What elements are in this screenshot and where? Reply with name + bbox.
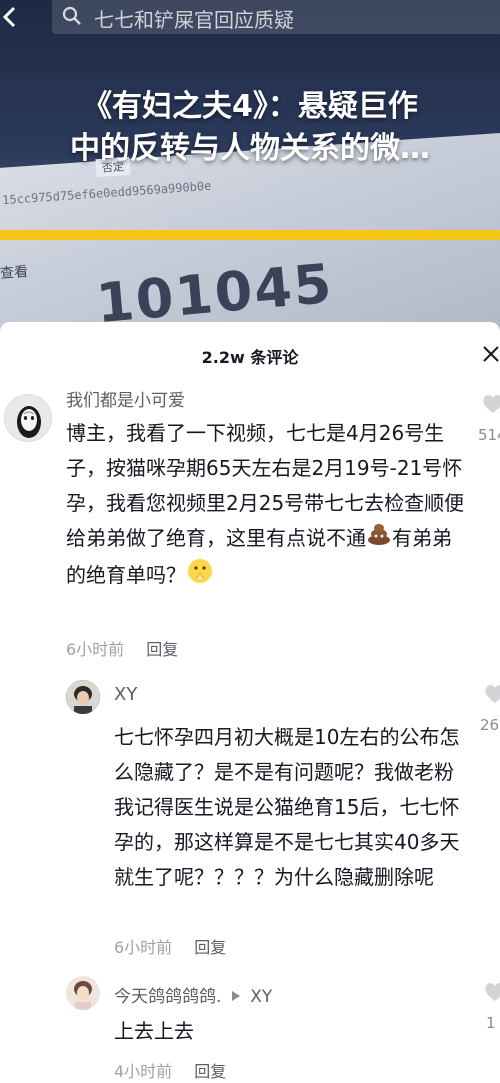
reply-arrow-icon (231, 987, 241, 1007)
comment-meta: 6小时前 回复 (66, 636, 178, 660)
comment-text: 七七怀孕四月初大概是10左右的公布怎么隐藏了？是不是有问题呢？我做老粉我记得医生… (114, 725, 460, 889)
praying-emoji-icon (186, 557, 214, 596)
comment-time: 4小时前 (114, 1062, 173, 1081)
like-count: 26 (480, 716, 500, 734)
video-title-line2: 中的反转与人物关系的微… (70, 131, 430, 166)
close-icon[interactable] (480, 342, 500, 364)
like-count: 514 (478, 426, 500, 444)
reply-button[interactable]: 回复 (146, 640, 178, 659)
comment-username[interactable]: 今天鸽鸽鸽鸽. XY (114, 982, 272, 1007)
search-icon (62, 6, 82, 26)
poop-emoji-icon (366, 522, 392, 557)
video-thumbnail[interactable]: 否定 15cc975d75ef6e0edd9569a990b0e 查看 1010… (0, 0, 500, 340)
comments-panel: 2.2w 条评论 我们都是小可爱 博主，我看了一下视频，七七是4月26号生子，按… (0, 322, 500, 1083)
comment-count: 2.2w 条评论 (201, 348, 299, 367)
comment-time: 6小时前 (66, 640, 125, 659)
avatar[interactable] (66, 680, 100, 714)
search-query: 七七和铲屎官回应质疑 (94, 8, 294, 32)
search-input[interactable]: 七七和铲屎官回应质疑 (52, 0, 500, 34)
reply-button[interactable]: 回复 (194, 1062, 226, 1081)
video-title: 《有妇之夫4》：悬疑巨作 中的反转与人物关系的微… (0, 86, 500, 170)
reply-target[interactable]: XY (250, 987, 272, 1007)
like-icon[interactable] (482, 394, 500, 414)
back-icon[interactable] (0, 2, 20, 32)
comment-text: 博主，我看了一下视频，七七是4月26号生子，按猫咪孕期65天左右是2月19号-2… (66, 416, 466, 596)
video-title-line1: 《有妇之夫4》：悬疑巨作 (82, 89, 418, 124)
comment-text: 上去上去 (114, 1019, 194, 1043)
search-bar: 七七和铲屎官回应质疑 (0, 0, 500, 36)
comment-username[interactable]: XY (114, 684, 137, 705)
title-underline (0, 230, 500, 240)
reply-button[interactable]: 回复 (194, 938, 226, 957)
comment-time: 6小时前 (114, 938, 173, 957)
like-icon[interactable] (484, 982, 500, 1002)
like-icon[interactable] (484, 684, 500, 704)
comment-meta: 6小时前 回复 (114, 934, 226, 958)
avatar[interactable] (4, 394, 52, 442)
background-word: 查看 (0, 264, 29, 282)
comment-username[interactable]: 我们都是小可爱 (66, 386, 185, 411)
reply-author: 今天鸽鸽鸽鸽. (114, 987, 222, 1007)
comment-meta: 4小时前 回复 (114, 1058, 226, 1082)
avatar[interactable] (66, 976, 100, 1010)
like-count: 1 (486, 1014, 496, 1032)
